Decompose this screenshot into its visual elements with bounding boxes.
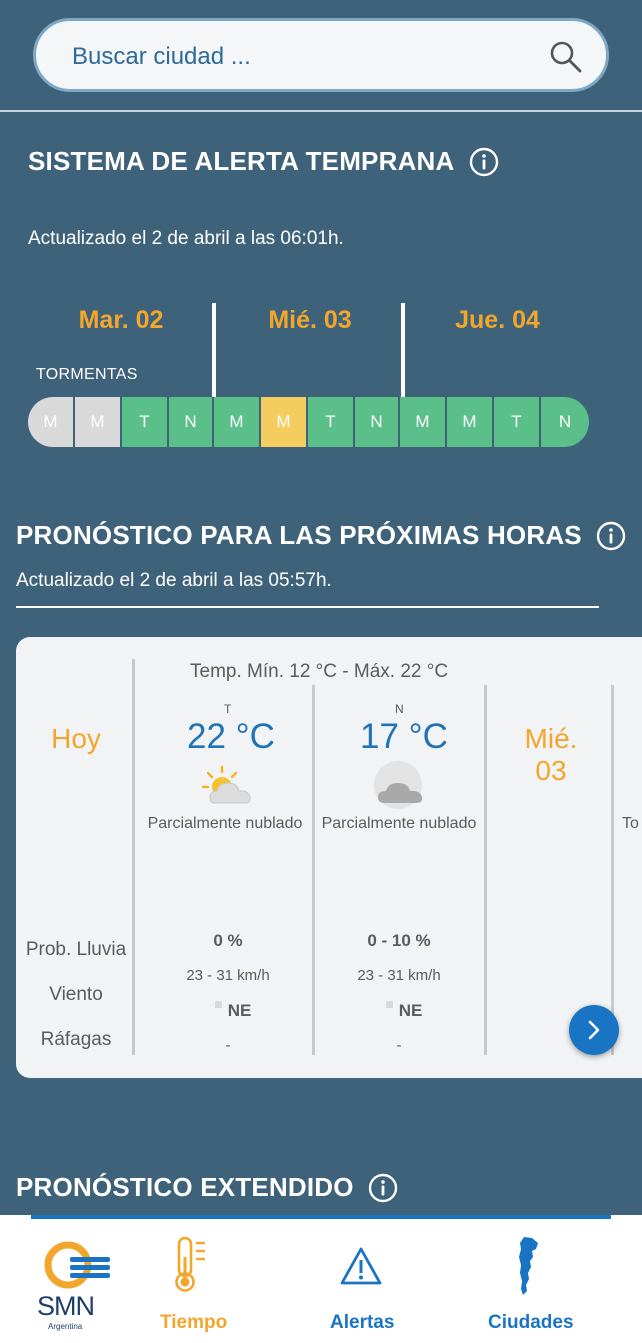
column-divider	[312, 685, 315, 1055]
smn-logo-icon	[44, 1241, 110, 1289]
warning-triangle-icon	[340, 1247, 382, 1285]
gusts-value: -	[225, 1037, 231, 1054]
alert-segment[interactable]: T	[308, 397, 355, 447]
phenomenon-label: TORMENTAS	[36, 366, 138, 383]
nav-item-tiempo[interactable]: Tiempo	[150, 1235, 240, 1335]
smn-logo-subtext: Argentina	[48, 1322, 83, 1331]
extended-title: PRONÓSTICO EXTENDIDO	[16, 1172, 354, 1202]
alert-segment[interactable]: T	[122, 397, 169, 447]
today-label: Hoy	[51, 723, 101, 754]
next-day-label: Mié. 03	[496, 723, 606, 787]
nav-accent-line	[31, 1215, 611, 1219]
search-bar-area	[0, 0, 642, 112]
wind-value: 23 - 31 km/h	[357, 967, 441, 984]
search-box[interactable]	[33, 18, 609, 92]
next-day-number: 03	[535, 755, 567, 786]
alert-segment[interactable]: N	[169, 397, 214, 447]
period-temp: 17 °C	[360, 717, 448, 756]
alert-segment[interactable]: M	[28, 397, 75, 447]
alert-segment[interactable]: M	[261, 397, 308, 447]
argentina-map-icon	[519, 1237, 538, 1295]
nav-item-ciudades[interactable]: Ciudades	[484, 1235, 584, 1335]
sun-cloud-icon	[201, 765, 251, 804]
period-letter: T	[224, 702, 232, 716]
wind-label: Viento	[49, 984, 103, 1005]
period-letter: N	[395, 702, 404, 716]
info-icon[interactable]	[596, 521, 626, 551]
alert-day-1: Mar. 02	[78, 306, 164, 334]
wind-direction: NE	[148, 1001, 318, 1021]
rain-value: 0 %	[213, 931, 243, 950]
gusts-value: -	[396, 1037, 402, 1054]
wind-direction: NE	[319, 1001, 489, 1021]
alert-segment[interactable]: N	[355, 397, 400, 447]
alert-segment[interactable]: T	[494, 397, 541, 447]
alert-updated-text: Actualizado el 2 de abril a las 06:01h.	[28, 228, 344, 249]
alert-segment[interactable]: M	[447, 397, 494, 447]
extended-header: PRONÓSTICO EXTENDIDO	[16, 1172, 398, 1203]
hourly-title: PRONÓSTICO PARA LAS PRÓXIMAS HORAS	[16, 520, 582, 550]
smn-logo-text: SMN	[37, 1291, 95, 1321]
moon-cloud-icon	[374, 761, 423, 809]
info-icon[interactable]	[368, 1173, 398, 1203]
hourly-header: PRONÓSTICO PARA LAS PRÓXIMAS HORAS	[16, 520, 626, 551]
partial-description: To	[622, 815, 639, 832]
bottom-navigation: SMN Argentina Tiempo Alertas Ciudades	[0, 1215, 642, 1343]
nav-item-alertas[interactable]: Alertas	[318, 1235, 408, 1335]
rain-label: Prob. Lluvia	[25, 939, 127, 960]
alert-segment[interactable]: N	[541, 397, 589, 447]
search-input[interactable]	[70, 41, 514, 73]
wind-value: 23 - 31 km/h	[186, 967, 270, 984]
nav-label-ciudades: Ciudades	[488, 1312, 574, 1333]
alert-system-header: SISTEMA DE ALERTA TEMPRANA	[28, 146, 499, 177]
column-divider	[611, 685, 614, 1055]
thermometer-icon	[175, 1236, 205, 1292]
search-icon[interactable]	[548, 39, 584, 75]
wind-arrow-icon	[385, 1001, 393, 1008]
alert-timeline-bar: MMTNMMTNMMTN	[28, 397, 589, 447]
next-day-name: Mié.	[524, 723, 578, 754]
section-divider	[16, 606, 599, 608]
info-icon[interactable]	[469, 147, 499, 177]
alert-day-2: Mié. 03	[268, 306, 352, 334]
alert-segment[interactable]: M	[75, 397, 122, 447]
period-description: Parcialmente nublado	[321, 815, 477, 832]
hourly-forecast-card: Temp. Mín. 12 °C - Máx. 22 °C Hoy T 22 °…	[16, 637, 642, 1078]
gusts-label: Ráfagas	[40, 1029, 112, 1050]
alert-day-3: Jue. 04	[455, 306, 540, 334]
rain-value: 0 - 10 %	[367, 931, 431, 950]
chevron-right-icon	[588, 1020, 600, 1040]
period-temp: 22 °C	[187, 717, 275, 756]
alert-system-title: SISTEMA DE ALERTA TEMPRANA	[28, 146, 455, 176]
period-description: Parcialmente nublado	[147, 815, 303, 832]
smn-logo[interactable]: SMN Argentina	[34, 1237, 114, 1333]
alert-segment[interactable]: M	[400, 397, 447, 447]
alert-segment[interactable]: M	[214, 397, 261, 447]
hourly-updated-text: Actualizado el 2 de abril a las 05:57h.	[16, 570, 332, 591]
nav-label-tiempo: Tiempo	[160, 1312, 228, 1333]
column-divider	[484, 685, 487, 1055]
wind-arrow-icon	[214, 1001, 222, 1008]
temp-range: Temp. Mín. 12 °C - Máx. 22 °C	[190, 661, 449, 682]
next-button[interactable]	[569, 1005, 619, 1055]
nav-label-alertas: Alertas	[330, 1312, 395, 1333]
